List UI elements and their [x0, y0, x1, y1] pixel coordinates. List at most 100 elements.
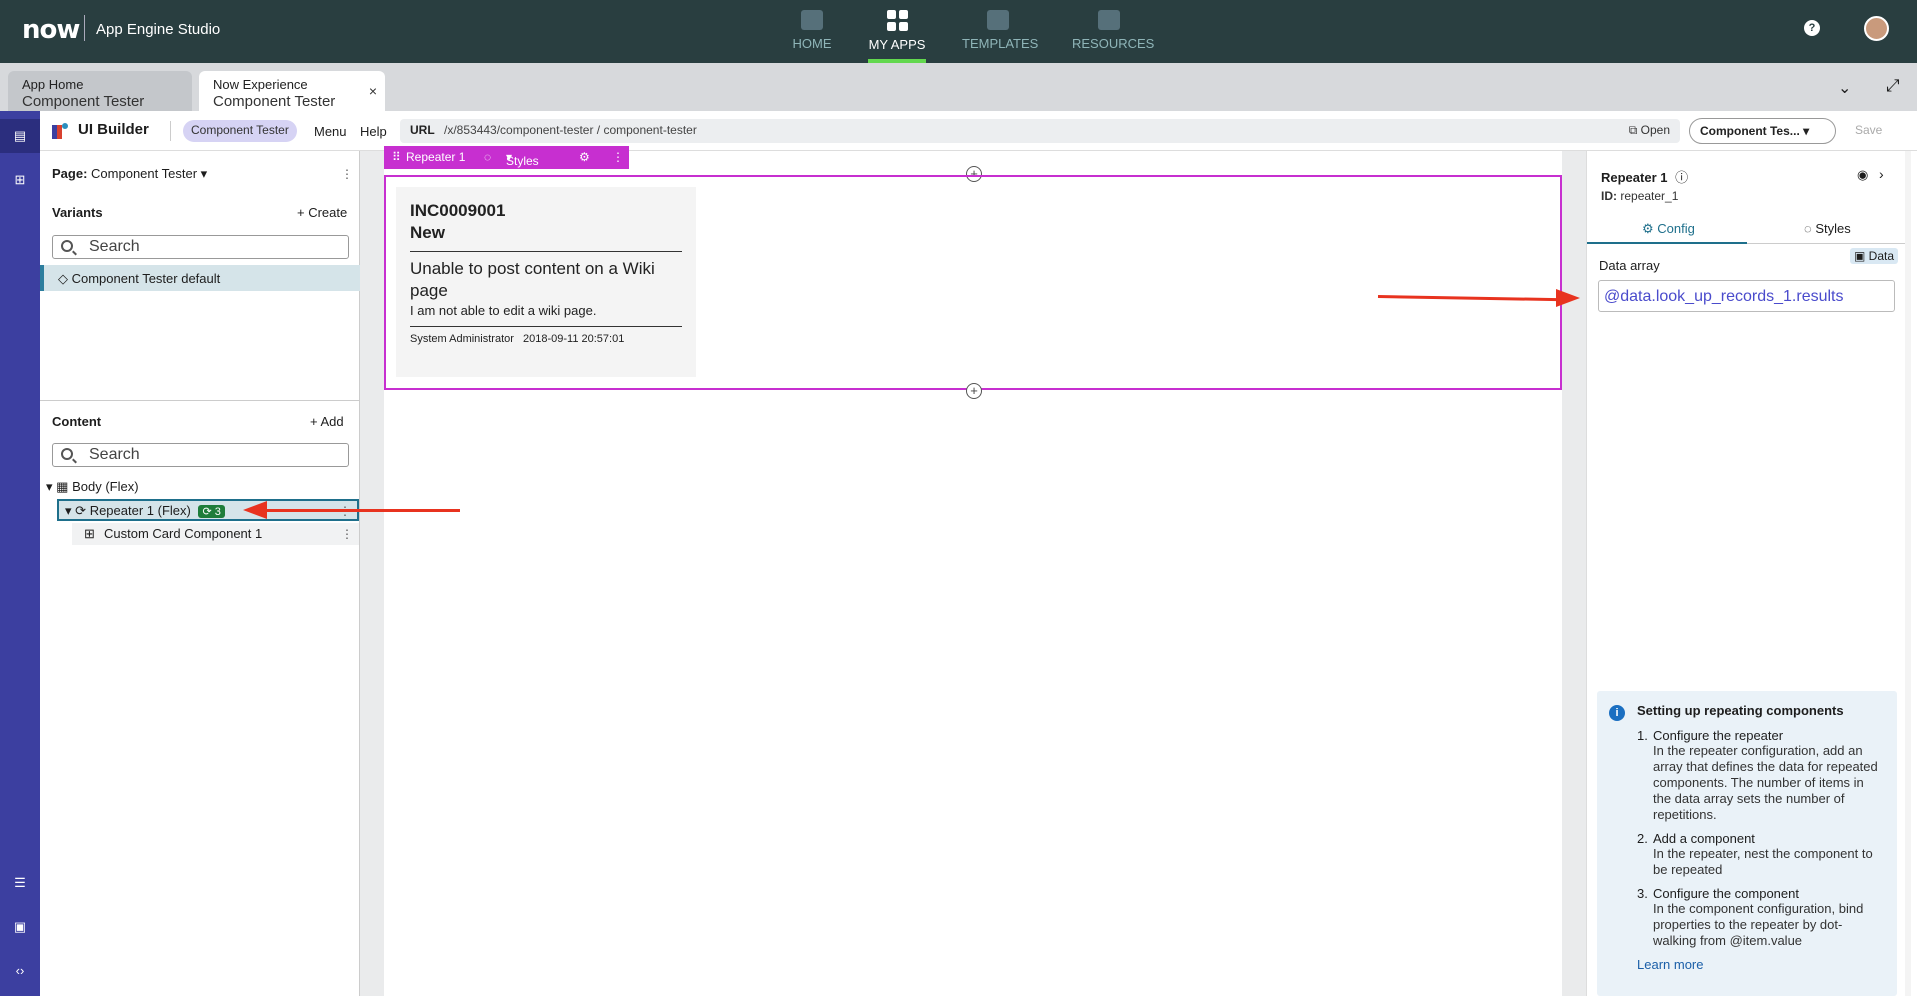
annotation-arrowhead	[243, 501, 267, 519]
help-steps: 1. Configure the repeater In the repeate…	[1637, 728, 1883, 949]
tree-custom-card[interactable]: ⊞ Custom Card Component 1 ⋮	[72, 523, 359, 545]
card-divider	[410, 251, 682, 252]
step-number: 2.	[1637, 831, 1648, 846]
experience-select[interactable]: Component Tes... ▾	[1689, 118, 1836, 144]
tree-custom-card-label: Custom Card Component 1	[104, 526, 263, 541]
annotation-arrow-shaft	[265, 509, 460, 512]
card-number: INC0009001	[410, 201, 506, 220]
components-icon[interactable]: ⊞	[11, 171, 29, 189]
help-button[interactable]: Help	[360, 124, 387, 139]
card-date: 2018-09-11 20:57:01	[522, 333, 625, 345]
data-chip-label: Data	[1868, 249, 1895, 263]
help-icon[interactable]: ?	[1804, 20, 1820, 36]
resources-icon	[1098, 10, 1120, 30]
code-icon[interactable]: ‹›	[11, 962, 29, 980]
expand-icon[interactable]: ⤢	[1886, 76, 1900, 96]
card-icon[interactable]: ▣	[11, 918, 29, 936]
open-label: Open	[1640, 123, 1670, 137]
nav-home-label: HOME	[792, 36, 832, 51]
palette-icon[interactable]: ◌	[484, 150, 491, 164]
info-icon[interactable]: ⓘ	[1675, 170, 1688, 185]
database-icon[interactable]: ☰	[11, 874, 29, 892]
tab-styles-label: Styles	[1815, 221, 1851, 236]
panel-divider	[40, 400, 360, 401]
tree-body-label: Body (Flex)	[72, 479, 139, 494]
step-heading: Configure the repeater	[1653, 728, 1784, 743]
menu-button[interactable]: Menu	[314, 124, 347, 139]
help-heading: Setting up repeating components	[1637, 703, 1844, 718]
nav-resources[interactable]: RESOURCES	[1072, 10, 1154, 63]
toolbar-repeater-name: Repeater 1	[406, 150, 466, 164]
step-number: 3.	[1637, 886, 1648, 901]
config-title-text: Repeater 1	[1601, 170, 1668, 185]
scrollbar[interactable]	[1905, 151, 1911, 996]
active-tab-indicator	[1587, 242, 1747, 244]
data-chip[interactable]: ▣ Data	[1850, 248, 1899, 264]
tab-styles[interactable]: ◌ Styles	[1804, 221, 1851, 236]
nav-my-apps[interactable]: MY APPS	[868, 10, 926, 63]
add-below-icon[interactable]: +	[966, 383, 982, 399]
app-tab-bar: App Home Component Tester Now Experience…	[0, 63, 1917, 111]
variants-search-input[interactable]: Search	[52, 235, 349, 259]
create-variant-button[interactable]: + Create	[297, 205, 347, 220]
styles-button[interactable]: Styles ▾	[506, 150, 539, 168]
nav-templates[interactable]: TEMPLATES	[962, 10, 1038, 63]
more-icon[interactable]: ⋮	[612, 150, 624, 164]
drag-handle-icon[interactable]: ⠿	[392, 150, 401, 164]
settings-sliders-icon[interactable]: ⚙	[579, 150, 590, 164]
chevron-right-icon[interactable]: ›	[1879, 166, 1884, 182]
home-icon	[801, 10, 823, 30]
close-icon[interactable]: ×	[369, 83, 377, 99]
config-id-value: repeater_1	[1620, 189, 1679, 203]
page-selector[interactable]: Page: Component Tester ▾	[52, 166, 207, 182]
variants-label: Variants	[52, 205, 103, 220]
top-bar: now App Engine Studio HOME MY APPS TEMPL…	[0, 0, 1917, 63]
nav-home[interactable]: HOME	[790, 10, 834, 63]
help-step: 1. Configure the repeater In the repeate…	[1637, 728, 1883, 823]
custom-card-more-icon[interactable]: ⋮	[341, 527, 353, 541]
custom-card[interactable]: INC0009001 New Unable to post content on…	[396, 187, 696, 377]
card-footer: System Administrator 2018-09-11 20:57:01	[410, 333, 682, 345]
page-more-icon[interactable]: ⋮	[341, 167, 353, 181]
url-value[interactable]: /x/853443/component-tester / component-t…	[444, 123, 697, 137]
learn-more-link[interactable]: Learn more	[1637, 957, 1883, 972]
step-heading: Configure the component	[1653, 886, 1799, 901]
tree-body[interactable]: ▾ ▦ Body (Flex)	[46, 479, 139, 495]
variant-item[interactable]: ◇ Component Tester default	[40, 265, 360, 291]
experience-pill[interactable]: Component Tester	[183, 120, 297, 142]
card-author: System Administrator	[410, 333, 514, 345]
chevron-down-icon[interactable]: ⌄	[1838, 78, 1851, 98]
ui-builder-bar: UI Builder Component Tester Menu Help UR…	[40, 111, 1917, 151]
tab-app-home[interactable]: App Home Component Tester	[8, 71, 192, 111]
repeater-toolbar: ⠿ Repeater 1 ◌ Styles ▾ ⚙ ⋮	[384, 146, 629, 169]
repeater-help-box: i Setting up repeating components 1. Con…	[1597, 691, 1897, 996]
left-rail: ▤ ⊞ ☰ ▣ ‹›	[0, 111, 40, 996]
add-content-button[interactable]: + Add	[310, 414, 344, 429]
avatar[interactable]	[1864, 16, 1889, 41]
now-logo[interactable]: now	[22, 15, 80, 45]
save-button[interactable]: Save	[1855, 123, 1882, 137]
open-link[interactable]: ⧉ Open	[1629, 123, 1670, 138]
grid-icon	[886, 10, 908, 31]
url-bar: URL /x/853443/component-tester / compone…	[400, 119, 1680, 143]
tab-app-home-line1: App Home	[22, 77, 84, 92]
tab-config[interactable]: ⚙ Config	[1642, 221, 1695, 237]
help-step: 3. Configure the component In the compon…	[1637, 886, 1883, 949]
divider	[170, 121, 171, 141]
caret-down-icon[interactable]: ▾	[46, 479, 53, 494]
data-array-field[interactable]: @data.look_up_records_1.results	[1598, 280, 1895, 312]
step-body: In the repeater configuration, add an ar…	[1653, 743, 1878, 822]
repeat-count-badge: ⟳ 3	[198, 505, 225, 518]
eye-icon[interactable]: ◉	[1857, 167, 1868, 183]
content-search-input[interactable]: Search	[52, 443, 349, 467]
component-icon: ⊞	[84, 526, 95, 541]
tree-repeater-label: Repeater 1 (Flex)	[89, 503, 191, 518]
tab-now-experience[interactable]: Now Experience Component Tester ×	[199, 71, 385, 111]
templates-icon	[987, 10, 1009, 30]
config-title: Repeater 1 ⓘ	[1601, 167, 1688, 186]
page-icon[interactable]: ▤	[11, 127, 29, 145]
flex-icon: ▦	[56, 479, 69, 494]
nav-templates-label: TEMPLATES	[962, 36, 1039, 51]
caret-down-icon[interactable]: ▾	[65, 503, 72, 518]
annotation-arrowhead	[1556, 289, 1580, 307]
